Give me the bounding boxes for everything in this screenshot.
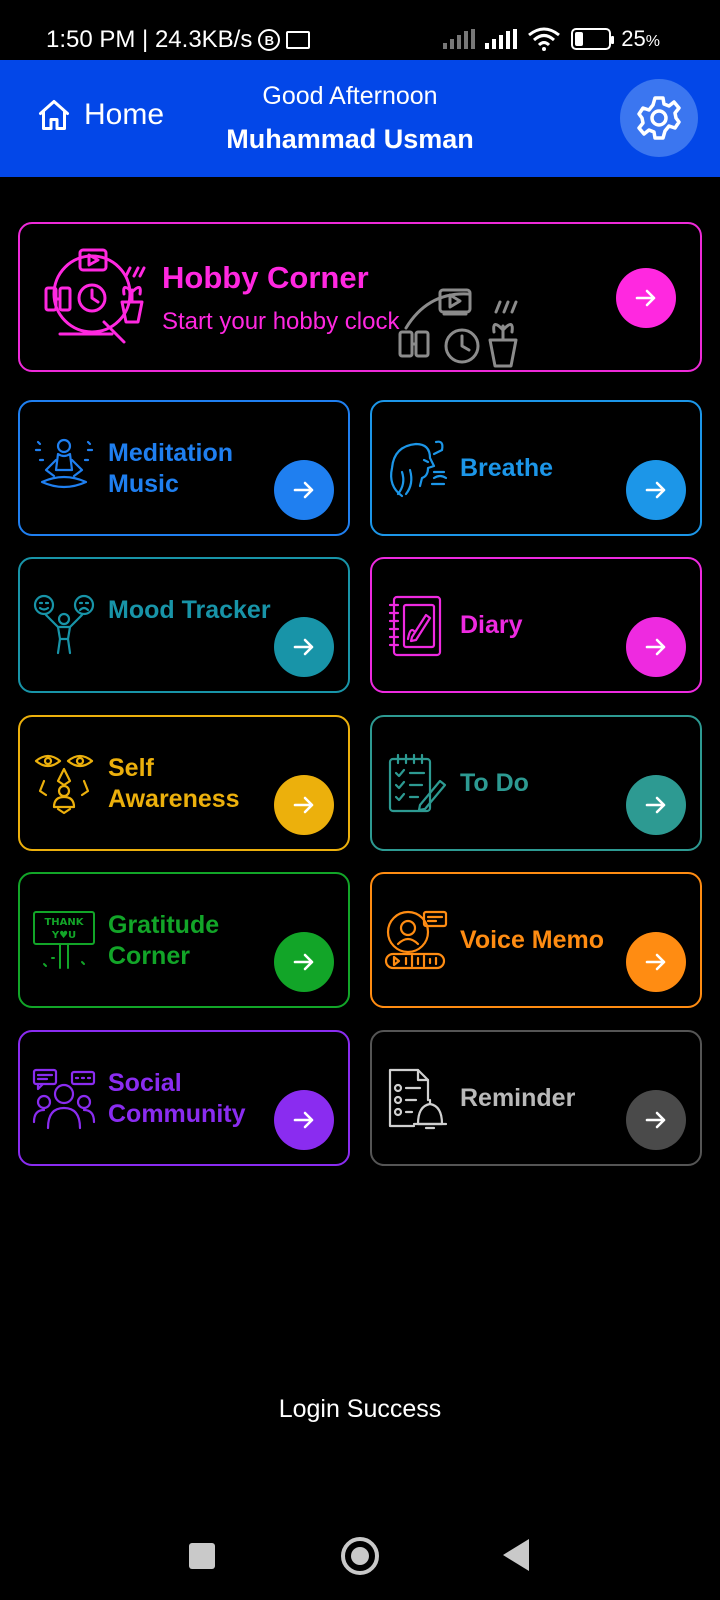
card-title: Breathe bbox=[460, 454, 554, 482]
arrow-right-icon bbox=[293, 953, 314, 971]
open-arrow-button[interactable] bbox=[274, 617, 334, 677]
arrow-right-icon bbox=[645, 953, 666, 971]
card-title: Reminder bbox=[460, 1084, 576, 1112]
hobby-subtitle: Start your hobby clock bbox=[162, 308, 400, 335]
social-community-card[interactable]: Social Community bbox=[18, 1030, 350, 1166]
settings-button[interactable] bbox=[620, 79, 698, 157]
home-label: Home bbox=[84, 98, 165, 131]
arrow-right-icon bbox=[645, 1111, 666, 1129]
home-system-button[interactable] bbox=[341, 1537, 379, 1575]
battery-unit: % bbox=[645, 33, 660, 50]
status-bar: 1:50 PM | 24.3KB/s B 25% bbox=[0, 0, 720, 60]
wifi-icon bbox=[528, 27, 561, 51]
arrow-right-icon bbox=[645, 638, 666, 656]
open-arrow-button[interactable] bbox=[626, 617, 686, 677]
status-right: 25% bbox=[443, 26, 660, 52]
arrow-right-icon bbox=[293, 1111, 314, 1129]
app-header: Home Good Afternoon Muhammad Usman bbox=[0, 60, 720, 177]
card-title: Meditation Music bbox=[108, 439, 233, 498]
greeting-text: Good Afternoon bbox=[262, 82, 438, 110]
self-awareness-card[interactable]: Self Awareness bbox=[18, 715, 350, 851]
open-arrow-button[interactable] bbox=[626, 775, 686, 835]
todo-card[interactable]: To Do bbox=[370, 715, 702, 851]
open-arrow-button[interactable] bbox=[274, 775, 334, 835]
card-title: Diary bbox=[460, 611, 523, 639]
login-success-toast: Login Success bbox=[278, 1395, 442, 1423]
diary-card[interactable]: Diary bbox=[370, 557, 702, 693]
todo-list-icon bbox=[388, 753, 447, 813]
arrow-right-icon bbox=[635, 289, 656, 307]
hobby-arrow-button[interactable] bbox=[616, 268, 676, 328]
open-arrow-button[interactable] bbox=[274, 460, 334, 520]
card-title: Voice Memo bbox=[460, 926, 605, 954]
gear-icon bbox=[637, 96, 681, 140]
reminder-icon bbox=[388, 1068, 448, 1130]
screen-icon bbox=[286, 31, 311, 49]
battery-icon bbox=[571, 28, 615, 50]
card-title: Social Community bbox=[108, 1069, 246, 1128]
voice-memo-card[interactable]: Voice Memo bbox=[370, 872, 702, 1008]
open-arrow-button[interactable] bbox=[274, 1090, 334, 1150]
card-title: To Do bbox=[460, 769, 529, 797]
arrow-right-icon bbox=[293, 796, 314, 814]
hobby-clock-icon bbox=[44, 248, 146, 344]
status-time: 1:50 PM | 24.3KB/s bbox=[46, 26, 253, 53]
username-text: Muhammad Usman bbox=[226, 124, 474, 154]
battery-percent: 25% bbox=[621, 26, 660, 52]
diary-icon bbox=[388, 595, 442, 657]
thank-you-sign-icon: THANK Y♥U bbox=[33, 911, 95, 969]
card-title: Self Awareness bbox=[108, 754, 240, 813]
hobby-watermark-icon bbox=[398, 288, 518, 368]
gratitude-corner-card[interactable]: THANK Y♥U Gratitude Corner bbox=[18, 872, 350, 1008]
breathe-card[interactable]: Breathe bbox=[370, 400, 702, 536]
signal-icon bbox=[443, 29, 476, 49]
home-icon bbox=[39, 100, 69, 130]
self-awareness-icon bbox=[34, 754, 94, 815]
arrow-right-icon bbox=[645, 481, 666, 499]
recent-apps-button[interactable] bbox=[189, 1543, 215, 1569]
signal-icon bbox=[485, 29, 518, 49]
arrow-right-icon bbox=[645, 796, 666, 814]
battery-value: 25 bbox=[621, 26, 646, 51]
mood-tracker-card[interactable]: Mood Tracker bbox=[18, 557, 350, 693]
mood-tracker-icon bbox=[33, 594, 95, 655]
open-arrow-button[interactable] bbox=[626, 1090, 686, 1150]
voice-memo-icon bbox=[384, 910, 448, 970]
home-nav-button[interactable]: Home bbox=[36, 97, 164, 133]
open-arrow-button[interactable] bbox=[274, 932, 334, 992]
meditation-icon bbox=[34, 438, 94, 489]
b-icon: B bbox=[258, 29, 281, 51]
svg-text:Y♥U: Y♥U bbox=[51, 930, 76, 941]
hobby-title: Hobby Corner bbox=[162, 260, 369, 295]
back-button[interactable] bbox=[503, 1539, 529, 1571]
open-arrow-button[interactable] bbox=[626, 460, 686, 520]
card-title: Mood Tracker bbox=[108, 596, 271, 624]
status-left: 1:50 PM | 24.3KB/s B bbox=[46, 26, 311, 54]
hobby-corner-card[interactable]: Hobby Corner Start your hobby clock bbox=[18, 222, 702, 372]
reminder-card[interactable]: Reminder bbox=[370, 1030, 702, 1166]
svg-text:THANK: THANK bbox=[44, 917, 84, 928]
meditation-music-card[interactable]: Meditation Music bbox=[18, 400, 350, 536]
arrow-right-icon bbox=[293, 481, 314, 499]
open-arrow-button[interactable] bbox=[626, 932, 686, 992]
social-community-icon bbox=[32, 1068, 96, 1130]
card-title: Gratitude Corner bbox=[108, 911, 220, 970]
battery-fill bbox=[575, 32, 584, 46]
arrow-right-icon bbox=[293, 638, 314, 656]
system-nav-bar bbox=[0, 1520, 720, 1600]
breathe-icon bbox=[390, 440, 448, 498]
